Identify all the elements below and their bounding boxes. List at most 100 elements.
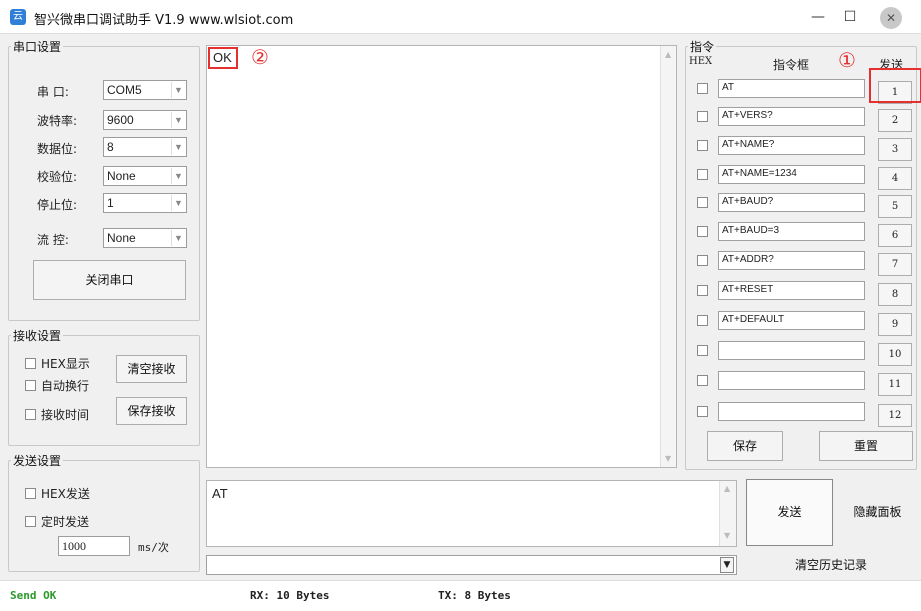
command-panel-legend: 指令 — [690, 40, 715, 54]
send-command-button[interactable]: 6 — [878, 224, 912, 247]
hex-display-label: HEX显示 — [41, 357, 90, 371]
stopbits-value: 1 — [107, 196, 114, 210]
command-input[interactable] — [718, 371, 865, 390]
hex-row-checkbox[interactable] — [697, 83, 708, 94]
auto-wrap-label: 自动换行 — [41, 379, 90, 393]
maximize-button[interactable]: ☐ — [830, 4, 870, 30]
receive-textarea[interactable] — [206, 45, 677, 468]
timed-send-checkbox[interactable] — [25, 516, 36, 527]
port-label: 串 口: — [37, 85, 69, 99]
interval-unit: ms/次 — [138, 541, 169, 554]
command-input[interactable]: AT+VERS? — [718, 107, 865, 126]
send-command-button[interactable]: 8 — [878, 283, 912, 306]
send-command-button[interactable]: 4 — [878, 167, 912, 190]
flow-value: None — [107, 231, 136, 245]
send-scrollbar[interactable]: ▲ ▼ — [719, 481, 736, 546]
port-value: COM5 — [107, 83, 142, 97]
send-command-button[interactable]: 11 — [878, 373, 912, 396]
send-command-button[interactable]: 2 — [878, 109, 912, 132]
command-input[interactable]: AT — [718, 79, 865, 98]
hex-row-checkbox[interactable] — [697, 255, 708, 266]
command-input[interactable]: AT+BAUD? — [718, 193, 865, 212]
send-command-button[interactable]: 7 — [878, 253, 912, 276]
flow-label: 流 控: — [37, 233, 69, 247]
reset-commands-button[interactable]: 重置 — [819, 431, 913, 461]
scroll-down-icon[interactable]: ▼ — [665, 454, 671, 463]
save-receive-button[interactable]: 保存接收 — [116, 397, 187, 425]
chevron-down-icon: ▼ — [171, 195, 185, 211]
hex-column-header: HEX — [689, 56, 713, 67]
send-command-button[interactable]: 12 — [878, 404, 912, 427]
baud-select[interactable]: 9600 ▼ — [103, 110, 187, 130]
interval-input[interactable]: 1000 — [58, 536, 130, 556]
command-input[interactable]: AT+BAUD=3 — [718, 222, 865, 241]
clear-receive-button[interactable]: 清空接收 — [116, 355, 187, 383]
receive-settings-legend: 接收设置 — [13, 329, 62, 343]
scroll-up-icon[interactable]: ▲ — [665, 50, 671, 59]
auto-wrap-checkbox[interactable] — [25, 380, 36, 391]
command-input[interactable]: AT+NAME? — [718, 136, 865, 155]
chevron-down-icon: ▼ — [171, 112, 185, 128]
chevron-down-icon: ▼ — [171, 82, 185, 98]
scroll-up-icon[interactable]: ▲ — [724, 484, 730, 493]
send-button[interactable]: 发送 — [746, 479, 833, 546]
history-combo[interactable]: ▼ — [206, 555, 737, 575]
close-button[interactable]: ✕ — [880, 7, 902, 29]
send-command-button[interactable]: 5 — [878, 195, 912, 218]
command-input[interactable]: AT+DEFAULT — [718, 311, 865, 330]
hide-panel-button[interactable]: 隐藏面板 — [838, 479, 917, 546]
flow-select[interactable]: None ▼ — [103, 228, 187, 248]
send-status: Send OK — [10, 589, 57, 602]
serial-settings-legend: 串口设置 — [13, 40, 62, 54]
command-input[interactable] — [718, 402, 865, 421]
annotation-marker-1: ① — [838, 48, 856, 72]
recv-time-checkbox[interactable] — [25, 409, 36, 420]
command-input[interactable]: AT+ADDR? — [718, 251, 865, 270]
chevron-down-icon: ▼ — [171, 139, 185, 155]
status-bar: Send OK RX: 10 Bytes TX: 8 Bytes — [0, 580, 921, 611]
tx-count: TX: 8 Bytes — [438, 589, 511, 602]
scroll-down-icon[interactable]: ▼ — [724, 531, 730, 540]
hex-row-checkbox[interactable] — [697, 197, 708, 208]
hex-send-label: HEX发送 — [41, 487, 90, 501]
send-command-button[interactable]: 10 — [878, 343, 912, 366]
close-port-button[interactable]: 关闭串口 — [33, 260, 186, 300]
title-bar: 云 智兴微串口调试助手 V1.9 www.wlsiot.com — ☐ ✕ — [0, 0, 921, 34]
annotation-box-send-1 — [869, 68, 921, 103]
hex-send-checkbox[interactable] — [25, 488, 36, 499]
command-box-header: 指令框 — [773, 58, 810, 72]
port-select[interactable]: COM5 ▼ — [103, 80, 187, 100]
hex-row-checkbox[interactable] — [697, 169, 708, 180]
hex-row-checkbox[interactable] — [697, 111, 708, 122]
parity-select[interactable]: None ▼ — [103, 166, 187, 186]
hex-row-checkbox[interactable] — [697, 285, 708, 296]
hex-display-checkbox[interactable] — [25, 358, 36, 369]
chevron-down-icon[interactable]: ▼ — [720, 557, 734, 573]
send-settings-legend: 发送设置 — [13, 454, 62, 468]
command-input[interactable]: AT+NAME=1234 — [718, 165, 865, 184]
stopbits-select[interactable]: 1 ▼ — [103, 193, 187, 213]
hex-row-checkbox[interactable] — [697, 375, 708, 386]
receive-scrollbar[interactable]: ▲ ▼ — [660, 46, 676, 467]
clear-history-button[interactable]: 清空历史记录 — [746, 553, 916, 577]
databits-select[interactable]: 8 ▼ — [103, 137, 187, 157]
save-commands-button[interactable]: 保存 — [707, 431, 783, 461]
hex-row-checkbox[interactable] — [697, 140, 708, 151]
window-title: 智兴微串口调试助手 V1.9 www.wlsiot.com — [34, 13, 294, 28]
receive-settings-group: 接收设置 — [8, 327, 200, 446]
parity-value: None — [107, 169, 136, 183]
hex-row-checkbox[interactable] — [697, 315, 708, 326]
annotation-marker-2: ② — [251, 45, 269, 69]
annotation-box-receive — [208, 47, 238, 69]
parity-label: 校验位: — [37, 170, 78, 184]
hex-row-checkbox[interactable] — [697, 226, 708, 237]
command-input[interactable] — [718, 341, 865, 360]
rx-count: RX: 10 Bytes — [250, 589, 330, 602]
send-textarea[interactable] — [206, 480, 737, 547]
command-input[interactable]: AT+RESET — [718, 281, 865, 300]
send-command-button[interactable]: 3 — [878, 138, 912, 161]
send-command-button[interactable]: 9 — [878, 313, 912, 336]
hex-row-checkbox[interactable] — [697, 345, 708, 356]
chevron-down-icon: ▼ — [171, 230, 185, 246]
hex-row-checkbox[interactable] — [697, 406, 708, 417]
